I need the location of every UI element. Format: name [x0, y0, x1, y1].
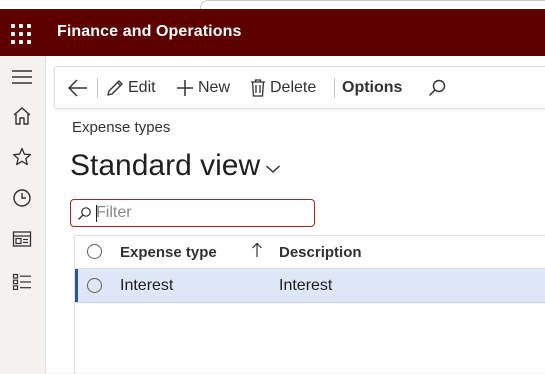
window-edge: [200, 0, 545, 9]
clock-icon[interactable]: [8, 184, 36, 212]
app-launcher-icon[interactable]: [11, 24, 31, 44]
chevron-down-icon: [266, 165, 281, 174]
app-bar: Finance and Operations: [0, 9, 545, 56]
column-header-expense-type[interactable]: Expense type: [120, 244, 217, 261]
search-icon: [78, 207, 91, 220]
search-icon: [428, 79, 446, 96]
text-cursor: [96, 205, 97, 222]
module-list-icon[interactable]: [8, 268, 36, 296]
filter-field[interactable]: [70, 199, 315, 227]
hamburger-icon[interactable]: [8, 63, 36, 91]
row-select-radio[interactable]: [87, 278, 102, 293]
main-content: Edit New Delete Options Expense types St…: [46, 56, 545, 374]
delete-label: Delete: [270, 78, 317, 96]
pencil-icon: [107, 79, 123, 96]
star-icon[interactable]: [8, 143, 36, 171]
options-label: Options: [342, 78, 403, 96]
action-pane: Edit New Delete Options: [54, 66, 545, 109]
home-icon[interactable]: [8, 102, 36, 130]
toolbar-separator: [334, 78, 335, 98]
delete-button[interactable]: Delete: [249, 67, 316, 108]
plus-icon: [177, 79, 193, 96]
edit-label: Edit: [128, 78, 156, 96]
edit-button[interactable]: Edit: [105, 67, 156, 108]
toolbar-separator: [97, 78, 98, 98]
select-all-radio[interactable]: [87, 244, 102, 259]
back-arrow-icon: [68, 78, 87, 97]
page-caption: Expense types: [72, 119, 171, 136]
filter-input[interactable]: [96, 203, 296, 223]
new-label: New: [198, 78, 231, 96]
view-selector[interactable]: Standard view: [70, 149, 281, 183]
options-tab[interactable]: Options: [342, 67, 402, 108]
row-selected-indicator: [75, 269, 78, 302]
trash-icon: [251, 78, 265, 97]
column-header-description[interactable]: Description: [279, 244, 362, 261]
search-button[interactable]: [427, 67, 450, 108]
workspace-icon[interactable]: [8, 225, 36, 253]
window-top-strip: [0, 0, 545, 9]
app-title: Finance and Operations: [57, 23, 242, 40]
grid-header: Expense type Description: [75, 236, 545, 269]
new-button[interactable]: New: [175, 67, 230, 108]
cell-expense-type[interactable]: Interest: [120, 277, 173, 295]
sort-ascending-icon: [252, 242, 262, 257]
table-row[interactable]: Interest Interest: [75, 269, 545, 303]
expense-types-grid: Expense type Description Interest Intere…: [74, 235, 545, 374]
cell-description[interactable]: Interest: [279, 277, 332, 295]
view-title: Standard view: [70, 149, 261, 182]
navigation-pane: [0, 56, 46, 373]
back-button[interactable]: [67, 67, 92, 108]
